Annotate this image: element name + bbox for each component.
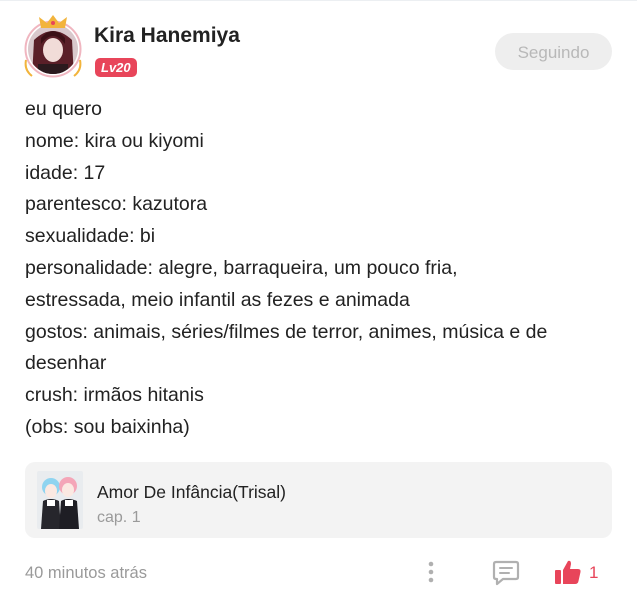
post-line: crush: irmãos hitanis (25, 384, 204, 407)
like-button[interactable]: 1 (554, 557, 614, 587)
post-timestamp: 40 minutos atrás (25, 564, 147, 582)
post-line: nome: kira ou kiyomi (25, 129, 204, 152)
thumbs-up-icon (555, 560, 581, 584)
post-line: idade: 17 (25, 161, 106, 184)
linked-story-card[interactable]: Amor De Infância(Trisal) cap. 1 (25, 462, 612, 538)
author-name[interactable]: Kira Hanemiya (94, 24, 240, 48)
following-button[interactable]: Seguindo (495, 33, 612, 70)
post-line: sexualidade: bi (25, 225, 156, 248)
story-cover-image (37, 471, 83, 529)
more-vertical-icon[interactable] (422, 558, 440, 586)
level-badge: Lv20 (95, 58, 137, 77)
post-line: personalidade: alegre, barraqueira, um p… (25, 256, 458, 279)
author-avatar[interactable] (20, 14, 88, 82)
crown-icon (39, 15, 67, 28)
top-divider (0, 0, 637, 1)
post-line: desenhar (25, 352, 107, 375)
like-count: 1 (589, 563, 599, 582)
story-chapter: cap. 1 (97, 509, 141, 526)
comment-icon[interactable] (492, 558, 520, 586)
post-line: parentesco: kazutora (25, 193, 208, 216)
post-line: gostos: animais, séries/filmes de terror… (25, 320, 548, 343)
post-line: (obs: sou baixinha) (25, 415, 190, 438)
post-line: estressada, meio infantil as fezes e ani… (25, 288, 410, 311)
post-body: eu quero nome: kira ou kiyomi idade: 17 … (25, 94, 625, 444)
story-title: Amor De Infância(Trisal) (97, 482, 286, 502)
post-line: eu quero (25, 98, 102, 120)
